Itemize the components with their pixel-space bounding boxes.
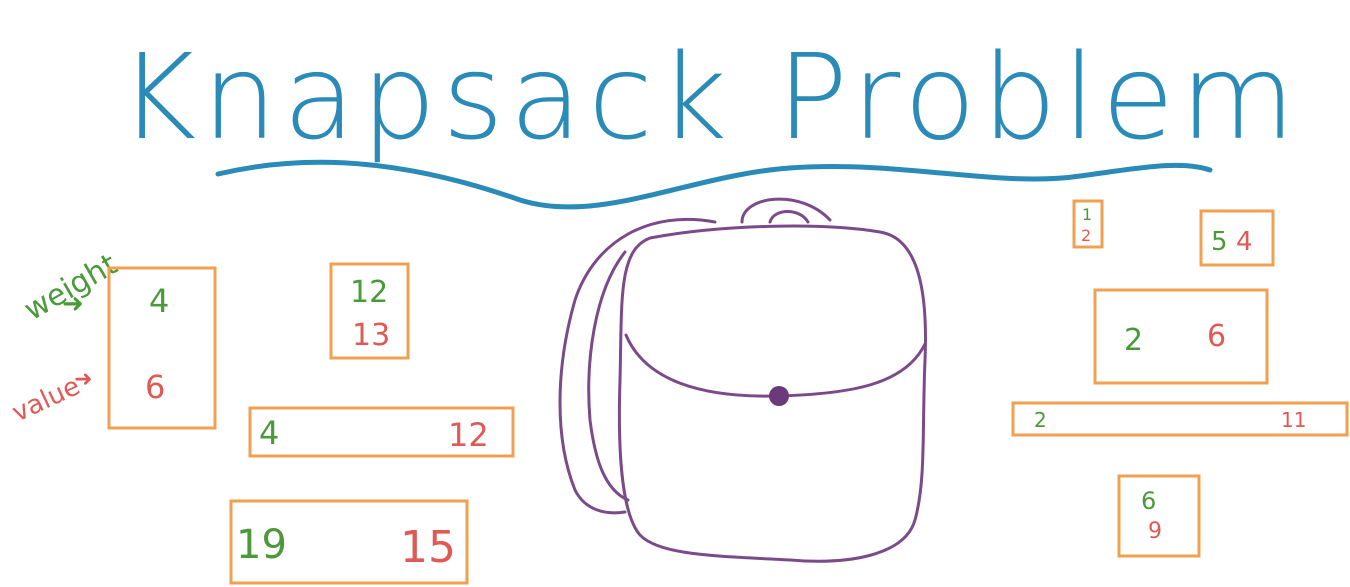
item-value: 4 [1236,227,1253,257]
item-weight: 4 [149,282,169,320]
knapsack-whiteboard: Knapsack Problem weight ➜ value ➜ 4 6 12… [8,28,1349,585]
page-title: Knapsack Problem [119,28,1301,166]
item-value: 13 [352,318,390,353]
weight-legend-arrow: ➜ [62,289,84,319]
item-weight: 1 [1082,205,1092,224]
item-value: 6 [1207,319,1226,354]
item-weight: 4 [259,414,279,452]
item-weight: 12 [350,275,388,310]
item-value: 2 [1081,226,1091,245]
title-underline [215,159,1213,210]
item-value: 15 [400,522,456,573]
item-weight: 2 [1124,323,1143,358]
item-value: 9 [1148,519,1162,544]
item-value: 12 [448,416,489,454]
item-box [1093,288,1269,385]
item-weight: 5 [1211,227,1228,257]
backpack-clasp [769,386,789,406]
item-value: 11 [1281,408,1306,432]
item-box [1117,474,1201,558]
backpack-drawing [558,197,927,563]
item-weight: 6 [1141,487,1156,515]
item-value: 6 [145,368,165,406]
item-weight: 19 [236,522,287,568]
item-weight: 2 [1034,408,1047,432]
value-legend-arrow: ➜ [74,367,92,392]
